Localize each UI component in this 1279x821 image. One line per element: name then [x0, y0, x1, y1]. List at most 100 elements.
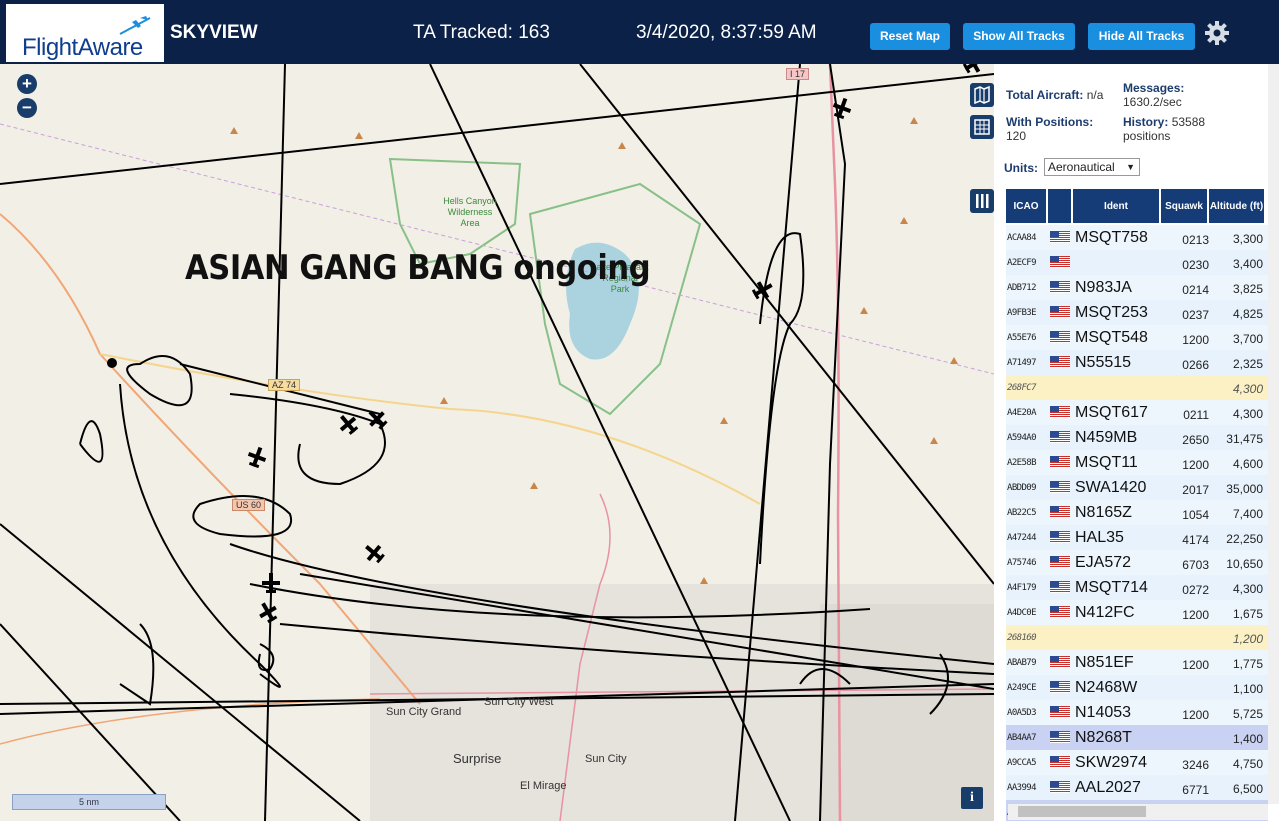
icao-cell: A55E76 [1007, 333, 1037, 343]
table-row[interactable]: A71497N5551502662,325▼ [1006, 350, 1276, 375]
ident-cell: MSQT617 [1075, 404, 1148, 421]
table-row[interactable]: AA3994AAL202767716,500▼ [1006, 775, 1276, 800]
flightaware-logo[interactable]: FlightAware [6, 4, 164, 62]
altitude-cell: 10,650 [1226, 557, 1263, 571]
reset-map-button[interactable]: Reset Map [870, 23, 950, 50]
icao-cell: A47244 [1007, 533, 1037, 543]
table-row[interactable]: A55E76MSQT54812003,700▲ [1006, 325, 1276, 350]
us-flag-icon [1050, 781, 1070, 793]
us-flag-icon [1050, 581, 1070, 593]
icao-cell: A9CCA5 [1007, 758, 1037, 768]
table-row[interactable]: A9CCA5SKW297432464,750▼ [1006, 750, 1276, 775]
ident-cell: MSQT11 [1075, 454, 1138, 471]
ident-cell: N2468W [1075, 679, 1138, 696]
zoom-out-button[interactable]: − [17, 98, 37, 118]
map-view[interactable]: Hells Canyon Wilderness Area Lake Pleasa… [0, 64, 994, 821]
ident-cell: N459MB [1075, 429, 1138, 446]
icao-cell: ACAA84 [1007, 233, 1037, 243]
us-flag-icon [1050, 306, 1070, 318]
settings-gear-icon[interactable] [1204, 20, 1230, 46]
ident-cell: MSQT253 [1075, 304, 1148, 321]
table-row[interactable]: AB22C5 N8165Z 1054 7,400 [1006, 500, 1268, 525]
icao-cell: ADB712 [1007, 283, 1037, 293]
total-aircraft-value: n/a [1086, 88, 1104, 102]
us-flag-icon [1050, 406, 1070, 418]
show-all-tracks-button[interactable]: Show All Tracks [963, 23, 1075, 50]
us-flag-icon [1050, 506, 1070, 518]
us-flag-icon [1050, 281, 1070, 293]
table-row[interactable]: AB4AA7N8268T1,400▼ [1006, 725, 1276, 750]
altitude-cell: 35,000 [1226, 482, 1263, 496]
app-name: SKYVIEW [170, 22, 258, 43]
horizontal-scroll-thumb[interactable] [1018, 806, 1146, 817]
icao-cell: A2E58B [1007, 458, 1037, 468]
us-flag-icon [1050, 331, 1070, 343]
panel-vertical-scrollbar[interactable] [1268, 64, 1279, 804]
table-row[interactable]: A594A0N459MB265031,475▲ [1006, 425, 1276, 450]
column-toggle-icon[interactable] [970, 189, 994, 213]
squawk-cell: 2017 [1182, 483, 1209, 497]
squawk-cell: 0213 [1182, 233, 1209, 247]
altitude-cell: 31,475 [1226, 432, 1263, 446]
icao-cell: A249CE [1007, 683, 1037, 693]
table-row[interactable]: 268FC7 4,300 [1006, 375, 1268, 400]
column-header-ident[interactable]: Ident [1073, 189, 1161, 223]
table-row[interactable]: A9FB3E MSQT253 0237 4,825 [1006, 300, 1268, 325]
squawk-cell: 2650 [1182, 433, 1209, 447]
zoom-in-button[interactable]: + [17, 74, 37, 94]
us-flag-icon [1050, 756, 1070, 768]
icao-cell: AA3994 [1007, 783, 1037, 793]
column-header-icao[interactable]: ICAO [1006, 189, 1048, 223]
icao-cell: A0A5D3 [1007, 708, 1037, 718]
ident-cell: MSQT758 [1075, 229, 1148, 246]
info-icon[interactable]: i [961, 787, 983, 809]
ident-cell: N14053 [1075, 704, 1132, 721]
altitude-cell: 4,825 [1232, 307, 1263, 321]
table-row[interactable]: A2ECF902303,400▲ [1006, 250, 1276, 275]
altitude-cell: 1,400 [1232, 732, 1263, 746]
table-row[interactable]: ACAA84MSQT75802133,300▼ [1006, 225, 1276, 250]
altitude-cell: 3,825 [1232, 282, 1263, 296]
icao-cell: 268FC7 [1007, 383, 1037, 393]
hide-all-tracks-button[interactable]: Hide All Tracks [1088, 23, 1195, 50]
table-row[interactable]: A4F179 MSQT714 0272 4,300 [1006, 575, 1268, 600]
table-row[interactable]: 2681601,200▲ [1006, 625, 1276, 650]
map-layers-icon[interactable] [970, 83, 994, 107]
table-row[interactable]: A4E20A MSQT617 0211 4,300 [1006, 400, 1268, 425]
altitude-cell: 4,600 [1232, 457, 1263, 471]
plane-logo-icon [119, 16, 151, 35]
altitude-cell: 1,675 [1232, 607, 1263, 621]
with-positions-stat: With Positions: 120 [1006, 115, 1093, 143]
ident-cell: N8268T [1075, 729, 1132, 746]
table-row[interactable]: ABDD09 SWA1420 2017 35,000 [1006, 475, 1268, 500]
units-select[interactable]: Aeronautical ▼ [1044, 158, 1140, 176]
column-header-altitude[interactable]: Altitude (ft) [1209, 189, 1266, 223]
table-row[interactable]: A47244HAL35417422,250▲ [1006, 525, 1276, 550]
squawk-cell: 0211 [1183, 408, 1209, 422]
altitude-cell: 3,300 [1232, 232, 1263, 246]
squawk-cell: 1200 [1182, 708, 1209, 722]
table-row[interactable]: A75746EJA572670310,650▼ [1006, 550, 1276, 575]
road-shield-i17: I 17 [786, 68, 810, 80]
messages-value: 1630.2/sec [1123, 95, 1182, 109]
altitude-cell: 6,500 [1232, 782, 1263, 796]
road-shield-az74: AZ 74 [268, 379, 301, 391]
icao-cell: A4DC0E [1007, 608, 1037, 618]
us-flag-icon [1050, 231, 1070, 243]
icao-cell: AB22C5 [1007, 508, 1037, 518]
map-label-hells-canyon: Hells Canyon Wilderness Area [443, 196, 497, 228]
table-row[interactable]: A2E58BMSQT1112004,600▲ [1006, 450, 1276, 475]
grid-overlay-icon[interactable] [970, 115, 994, 139]
column-header-flag[interactable] [1048, 189, 1073, 223]
table-row[interactable]: A0A5D3N1405312005,725▲ [1006, 700, 1276, 725]
table-row[interactable]: A249CEN2468W1,100▼ [1006, 675, 1276, 700]
map-scale-bar: 5 nm [12, 794, 166, 810]
map-label-surprise: Surprise [453, 751, 502, 766]
table-row[interactable]: ADB712N983JA02143,825▼ [1006, 275, 1276, 300]
us-flag-icon [1050, 431, 1070, 443]
table-row[interactable]: A4DC0EN412FC12001,675▲ [1006, 600, 1276, 625]
column-header-squawk[interactable]: Squawk [1161, 189, 1209, 223]
with-positions-label: With Positions: [1006, 115, 1094, 129]
ident-cell: N55515 [1075, 354, 1132, 371]
table-row[interactable]: ABAB79 N851EF 1200 1,775 [1006, 650, 1268, 675]
